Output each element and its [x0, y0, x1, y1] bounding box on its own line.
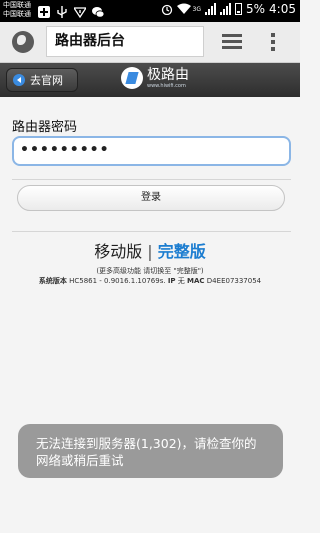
ip-label: IP [167, 277, 176, 285]
tabs-icon[interactable] [222, 34, 242, 50]
logo-subtext: www.hiwifi.com [147, 82, 186, 89]
system-version-value: HC5861 - 0.9016.1.10769s. [69, 277, 166, 285]
logo: 极路由 www.hiwifi.com [121, 67, 189, 89]
toast-line-2: 网络或稍后重试 [36, 453, 124, 468]
globe-icon[interactable] [12, 31, 34, 53]
wifi-alert-icon [72, 3, 88, 19]
status-right: 3G 5% 4:05 [161, 2, 296, 16]
logo-icon [121, 67, 143, 89]
usb-icon [56, 3, 68, 18]
mobile-version-label: 移动版 [94, 242, 143, 261]
carrier-labels: 中国联通 中国联通 [3, 1, 31, 19]
login-button[interactable]: 登录 [17, 185, 285, 211]
wifi-icon [176, 3, 191, 15]
system-info: 系统版本 HC5861 - 0.9016.1.10769s. IP 无 MAC … [0, 276, 300, 286]
status-bar: 中国联通 中国联通 3G 5% 4:05 [0, 0, 300, 22]
overflow-menu-icon[interactable] [271, 33, 275, 54]
signal-1-icon [205, 3, 216, 15]
version-separator: | [147, 242, 153, 261]
carrier-1: 中国联通 [3, 1, 31, 9]
mac-value: D4EE07337054 [206, 277, 262, 285]
system-version-label: 系统版本 [38, 277, 67, 285]
mac-label: MAC [187, 277, 205, 285]
url-bar[interactable]: 路由器后台 [46, 26, 204, 57]
toast-line-1: 无法连接到服务器(1,302)，请检查你的 [36, 436, 257, 451]
back-arrow-icon [13, 74, 25, 86]
clock: 4:05 [269, 2, 296, 16]
ip-value: 无 [177, 277, 185, 285]
battery-percent: 5% [246, 2, 266, 16]
version-switch: 移动版 | 完整版 [0, 238, 300, 262]
version-note: (更多高级功能 请切换至 "完整版") [96, 267, 204, 275]
official-site-button[interactable]: 去官网 [6, 68, 78, 92]
full-version-link[interactable]: 完整版 [158, 242, 206, 261]
battery-icon [235, 3, 242, 15]
password-label: 路由器密码 [12, 120, 78, 135]
wechat-icon [92, 3, 105, 18]
signal-2-icon [220, 3, 231, 15]
network-type: 3G [192, 5, 201, 13]
logo-text: 极路由 [147, 66, 189, 83]
divider [12, 179, 291, 180]
browser-toolbar: 路由器后台 [0, 22, 300, 63]
password-input[interactable]: ••••••••• [12, 136, 291, 166]
carrier-2: 中国联通 [3, 10, 31, 18]
divider [12, 231, 291, 232]
alarm-icon [161, 3, 173, 16]
error-toast: 无法连接到服务器(1,302)，请检查你的 网络或稍后重试 [18, 424, 283, 478]
plus-icon [38, 3, 50, 18]
official-site-label: 去官网 [30, 74, 63, 87]
notification-icons [38, 3, 105, 19]
page-header: 去官网 极路由 www.hiwifi.com [0, 63, 300, 97]
